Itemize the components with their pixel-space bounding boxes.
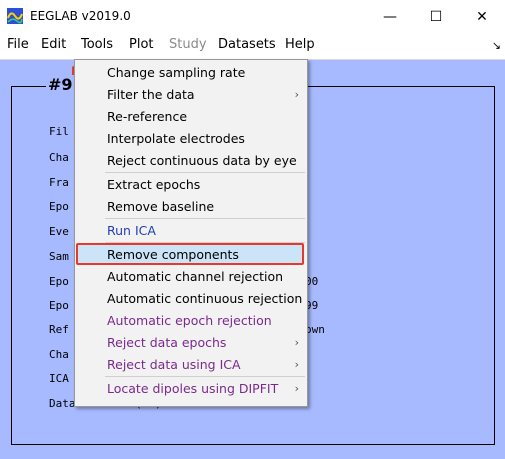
menu-study[interactable]: Study bbox=[169, 37, 207, 52]
info-line-label: Epo bbox=[49, 200, 69, 213]
menu-item-remove-components[interactable]: Remove components bbox=[75, 244, 307, 266]
menu-help[interactable]: Help bbox=[285, 37, 315, 52]
menu-separator bbox=[105, 218, 305, 219]
tools-dropdown-menu: Change sampling rate Filter the data › Re-r… bbox=[74, 59, 308, 407]
menu-file[interactable]: File bbox=[7, 37, 29, 52]
menu-item-label: Interpolate electrodes bbox=[107, 131, 245, 146]
menu-datasets[interactable]: Datasets bbox=[218, 37, 276, 52]
menu-item-label: Reject data using ICA bbox=[107, 357, 241, 372]
menu-item-label: Extract epochs bbox=[107, 177, 201, 192]
menu-item-reject-continuous-data-by-eye[interactable]: Reject continuous data by eye bbox=[75, 150, 307, 172]
menu-item-interpolate-electrodes[interactable]: Interpolate electrodes bbox=[75, 128, 307, 150]
info-line-label: Fra bbox=[49, 176, 69, 189]
menu-item-reject-data-using-ica[interactable]: Reject data using ICA › bbox=[75, 354, 307, 376]
minimize-button[interactable]: — bbox=[367, 0, 413, 33]
menu-plot[interactable]: Plot bbox=[129, 37, 154, 52]
info-line-label: Sam bbox=[49, 250, 69, 263]
close-icon: ✕ bbox=[476, 8, 488, 25]
submenu-arrow-icon: › bbox=[294, 382, 299, 395]
maximize-icon: ☐ bbox=[429, 8, 443, 25]
menu-item-filter-the-data[interactable]: Filter the data › bbox=[75, 84, 307, 106]
menu-item-automatic-channel-rejection[interactable]: Automatic channel rejection bbox=[75, 266, 307, 288]
info-line-label: Epo bbox=[49, 299, 69, 312]
minimize-icon: — bbox=[383, 8, 397, 25]
info-line-label: Fil bbox=[49, 125, 69, 138]
menu-tools[interactable]: Tools bbox=[81, 37, 113, 52]
menu-item-run-ica[interactable]: Run ICA bbox=[75, 220, 307, 242]
menu-item-label: Reject data epochs bbox=[107, 335, 227, 350]
info-line-label: Cha bbox=[49, 348, 69, 361]
menu-item-label: Run ICA bbox=[107, 223, 156, 238]
window-title: EEGLAB v2019.0 bbox=[30, 9, 131, 23]
menu-item-reject-data-epochs[interactable]: Reject data epochs › bbox=[75, 332, 307, 354]
menu-item-label: Reject continuous data by eye bbox=[107, 153, 297, 168]
info-line-label: Cha bbox=[49, 151, 69, 164]
submenu-arrow-icon: › bbox=[294, 88, 299, 101]
dataset-number: #9 bbox=[46, 75, 75, 94]
info-line-label: ICA bbox=[49, 372, 69, 385]
info-line-label: Ref bbox=[49, 323, 69, 336]
menu-item-label: Remove baseline bbox=[107, 199, 215, 214]
menu-item-extract-epochs[interactable]: Extract epochs bbox=[75, 174, 307, 196]
menu-item-remove-baseline[interactable]: Remove baseline bbox=[75, 196, 307, 218]
menu-edit[interactable]: Edit bbox=[41, 37, 66, 52]
menu-separator bbox=[105, 376, 305, 377]
menu-item-label: Automatic continuous rejection bbox=[107, 291, 303, 306]
menu-item-label: Filter the data bbox=[107, 87, 195, 102]
menu-bar: File Edit Tools Plot Study Datasets Help… bbox=[0, 33, 505, 92]
menu-item-label: Remove components bbox=[107, 247, 239, 262]
menu-item-re-reference[interactable]: Re-reference bbox=[75, 106, 307, 128]
close-button[interactable]: ✕ bbox=[459, 0, 505, 33]
menu-item-change-sampling-rate[interactable]: Change sampling rate bbox=[75, 62, 307, 84]
menu-item-label: Locate dipoles using DIPFIT bbox=[107, 381, 279, 396]
info-line-label: Eve bbox=[49, 225, 69, 238]
info-line-label: Epo bbox=[49, 275, 69, 288]
dock-arrow-icon[interactable]: ↘ bbox=[492, 39, 501, 52]
submenu-arrow-icon: › bbox=[294, 358, 299, 371]
menu-item-automatic-epoch-rejection[interactable]: Automatic epoch rejection bbox=[75, 310, 307, 332]
menu-item-label: Automatic epoch rejection bbox=[107, 313, 272, 328]
maximize-button[interactable]: ☐ bbox=[413, 0, 459, 33]
menu-separator bbox=[105, 172, 305, 173]
title-bar: EEGLAB v2019.0 — ☐ ✕ bbox=[0, 0, 505, 33]
menu-item-label: Automatic channel rejection bbox=[107, 269, 284, 284]
menu-item-label: Re-reference bbox=[107, 109, 188, 124]
menu-item-locate-dipoles-using-dipfit[interactable]: Locate dipoles using DIPFIT › bbox=[75, 378, 307, 400]
submenu-arrow-icon: › bbox=[294, 336, 299, 349]
menu-item-label: Change sampling rate bbox=[107, 65, 246, 80]
menu-item-automatic-continuous-rejection[interactable]: Automatic continuous rejection bbox=[75, 288, 307, 310]
eeglab-app-icon bbox=[7, 8, 23, 24]
